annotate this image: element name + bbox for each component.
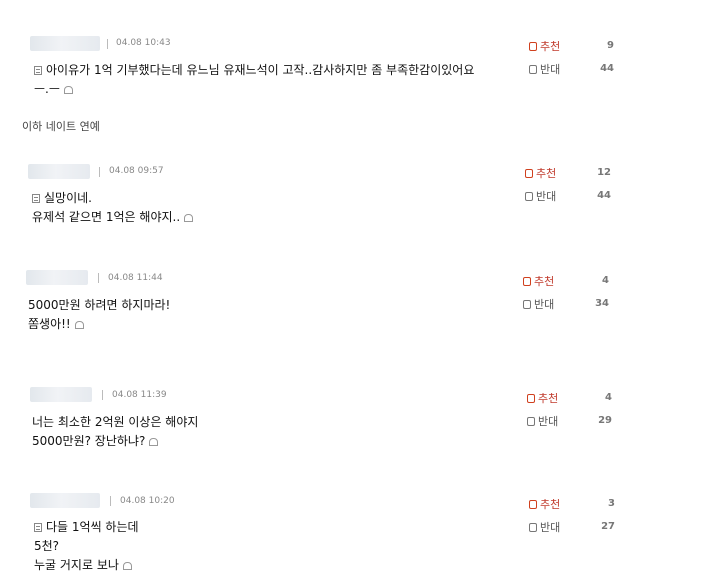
comment-body: 다들 1억씩 하는데 5천? 누굴 거지로 보나 — [34, 518, 139, 575]
upvote-count: 12 — [597, 167, 611, 178]
divider — [98, 273, 99, 283]
upvote-count: 4 — [602, 275, 609, 286]
upvote-count: 3 — [608, 498, 615, 509]
comment-line: 5천? — [34, 539, 60, 553]
upvote-count: 4 — [605, 392, 612, 403]
comment-item: 04.08 10:20 다들 1억씩 하는데 5천? 누굴 거지로 보나 추천 … — [0, 0, 705, 572]
downvote-button[interactable]: 반대 — [529, 519, 560, 535]
upvote-button[interactable]: 추천 — [523, 273, 554, 289]
author-name[interactable] — [28, 164, 90, 179]
downvote-count: 44 — [597, 190, 611, 201]
thumbs-down-icon — [527, 417, 535, 426]
comment-body: 너는 최소한 2억원 이상은 해야지 5000만원? 장난하냐? — [32, 413, 198, 451]
author-name[interactable] — [30, 493, 100, 508]
report-icon[interactable] — [122, 562, 132, 570]
thumbs-down-icon — [529, 523, 537, 532]
downvote-count: 27 — [601, 521, 615, 532]
downvote-count: 34 — [595, 298, 609, 309]
thumbs-down-icon — [523, 300, 531, 309]
comment-line: 5000만원 하려면 하지마라! — [28, 298, 171, 312]
upvote-button[interactable]: 추천 — [529, 496, 560, 512]
note-icon — [32, 194, 40, 203]
thumbs-up-icon — [527, 394, 535, 403]
author-name[interactable] — [26, 270, 88, 285]
comment-line: 유제석 같으면 1억은 해야지.. — [32, 208, 194, 227]
comment-line: 너는 최소한 2억원 이상은 해야지 — [32, 415, 199, 429]
thumbs-up-icon — [529, 500, 537, 509]
downvote-button[interactable]: 반대 — [525, 188, 556, 204]
downvote-button[interactable]: 반대 — [523, 296, 554, 312]
divider — [102, 390, 103, 400]
comment-body: 실망이네. 유제석 같으면 1억은 해야지.. — [32, 189, 194, 227]
comment-line: 다들 1억씩 하는데 — [34, 518, 139, 537]
comment-line: 누굴 거지로 보나 — [34, 556, 139, 575]
section-label: 이하 네이트 연예 — [22, 120, 100, 133]
note-icon — [34, 523, 42, 532]
comment-line: 5000만원? 장난하냐? — [32, 432, 198, 451]
divider — [99, 167, 100, 177]
report-icon[interactable] — [184, 214, 194, 222]
comment-body: 5000만원 하려면 하지마라! 쫌생아!! — [28, 296, 170, 334]
comment-line: 실망이네. — [32, 189, 193, 208]
upvote-button[interactable]: 추천 — [525, 165, 556, 181]
author-name[interactable] — [30, 387, 92, 402]
downvote-button[interactable]: 반대 — [527, 413, 558, 429]
comment-timestamp: 04.08 10:20 — [120, 496, 175, 506]
thumbs-up-icon — [525, 169, 533, 178]
thumbs-down-icon — [525, 192, 533, 201]
divider — [110, 496, 111, 506]
comment-timestamp: 04.08 11:39 — [112, 390, 167, 400]
comment-line: 쫌생아!! — [28, 315, 170, 334]
comment-timestamp: 04.08 09:57 — [109, 166, 164, 176]
downvote-count: 29 — [598, 415, 612, 426]
report-icon[interactable] — [149, 438, 159, 446]
upvote-button[interactable]: 추천 — [527, 390, 558, 406]
thumbs-up-icon — [523, 277, 531, 286]
report-icon[interactable] — [74, 321, 84, 329]
comment-timestamp: 04.08 11:44 — [108, 273, 163, 283]
